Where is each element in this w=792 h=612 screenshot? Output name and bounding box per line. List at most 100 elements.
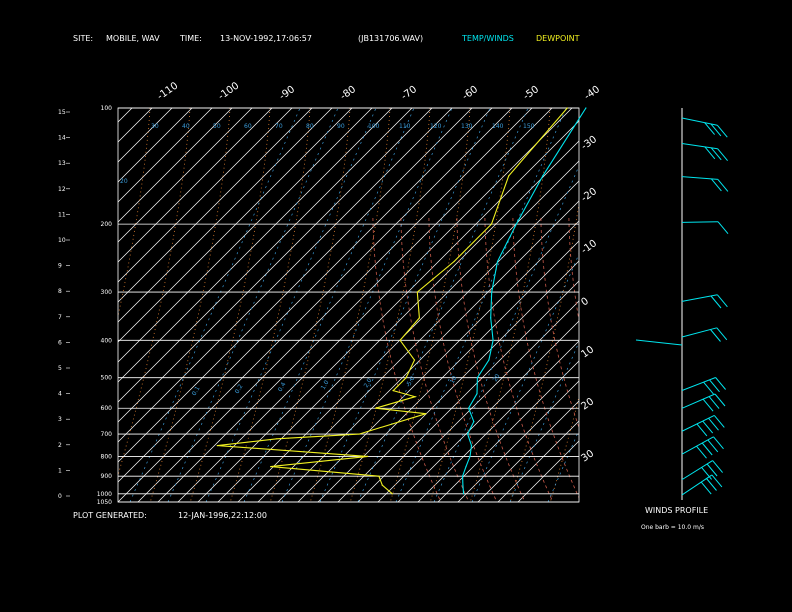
mixing-ratio-line (281, 108, 453, 502)
isotherm-line (197, 120, 579, 502)
temperature-point (496, 260, 499, 263)
wind-barb-flag (702, 398, 714, 412)
pressure-tick-label: 300 (101, 289, 113, 296)
isotherm-line (377, 300, 579, 502)
isotherm-label-top: -50 (521, 84, 541, 102)
file-value: (JB131706.WAV) (358, 34, 423, 43)
wind-barb-flag (704, 146, 716, 160)
theta-label: 110 (399, 123, 411, 130)
wind-barb-flag (717, 148, 728, 162)
dewpoint-point (566, 107, 568, 109)
theta-label: 140 (492, 123, 504, 130)
wind-barb-flag (708, 417, 719, 431)
wind-barb-flag (711, 474, 723, 488)
pressure-tick-label: 800 (101, 453, 113, 460)
temperature-point (470, 445, 473, 447)
height-tick-label: 4 (58, 391, 62, 398)
mixing-ratio-line (547, 429, 579, 502)
isotherm-line (397, 320, 579, 502)
isotherm-line (217, 140, 579, 502)
height-tick-label: 2 (58, 442, 62, 449)
wind-barb-flag (713, 436, 724, 450)
height-tick-label: 7 (58, 314, 62, 321)
isotherm-line (118, 108, 293, 283)
mixing-ratio-line (433, 165, 579, 502)
dry-adiabat (509, 201, 579, 502)
isotherm-line (118, 108, 173, 163)
wind-barb-flag (703, 381, 714, 395)
theta-label: 40 (182, 123, 190, 130)
isotherm-line (357, 280, 579, 502)
wind-barb-flag (713, 415, 725, 428)
height-tick-label: 11 (58, 211, 66, 218)
temperature-point (462, 475, 464, 477)
isotherm-label-top: -100 (216, 80, 241, 102)
height-tick-label: 12 (58, 186, 66, 193)
isotherm-line (118, 108, 153, 143)
mixing-ratio-label: 0.4 (277, 381, 288, 393)
wind-barb-flag (709, 379, 720, 393)
wind-barb-flag (696, 445, 707, 459)
wind-barb-staff (681, 474, 713, 496)
mixing-ratio-label: 1.0 (320, 379, 331, 391)
isotherm-line (118, 108, 213, 203)
isotherm-line (317, 240, 579, 502)
temperature-point (463, 493, 465, 495)
wind-barb-flag (715, 377, 726, 390)
dry-adiabat (590, 108, 670, 502)
wind-barb-flag (717, 179, 729, 192)
mixing-ratio-line (205, 108, 377, 502)
dewpoint-point (392, 390, 394, 392)
dry-adiabat (189, 108, 271, 502)
isotherm-line (0, 108, 32, 502)
height-tick-label: 8 (58, 288, 62, 295)
isotherm-line (0, 108, 12, 502)
temperature-point (467, 433, 469, 435)
dewpoint-point (270, 466, 272, 468)
theta-label: 30 (151, 123, 159, 130)
temperature-point (488, 359, 490, 361)
wind-barb-flag (710, 147, 722, 161)
temperature-point (476, 377, 478, 379)
dewpoint-line (217, 107, 568, 495)
mixing-ratio-label: 10 (449, 375, 459, 385)
isotherm-line (457, 380, 579, 502)
temperature-point (465, 466, 467, 468)
temperature-point (469, 455, 471, 457)
site-label: SITE: (73, 34, 93, 43)
height-tick-label: 3 (58, 416, 62, 423)
dry-adiabat (118, 108, 151, 318)
legend-temp-winds: TEMP/WINDS (461, 34, 514, 43)
mixing-ratio-label: 0.1 (191, 385, 202, 397)
isotherm-label-top: -110 (155, 80, 180, 102)
dewpoint-point (378, 475, 380, 477)
isotherm-label-top: -60 (460, 84, 480, 102)
isotherm-line (118, 108, 273, 263)
height-tick-label: 15 (58, 109, 66, 116)
wind-barb-staff (681, 142, 718, 150)
isotherm-line (337, 260, 579, 502)
temperature-point (515, 223, 517, 225)
dewpoint-point (425, 413, 427, 415)
wind-barb-flag (712, 460, 723, 473)
wind-barb-flag (717, 221, 729, 235)
dewpoint-point (405, 377, 407, 379)
theta-label: 50 (213, 123, 221, 130)
isotherm-line (118, 108, 133, 123)
height-tick-label: 0 (58, 493, 62, 500)
moist-adiabat (540, 217, 579, 429)
winds-profile-label: WINDS PROFILE (645, 506, 708, 515)
dry-adiabat (389, 108, 471, 502)
wind-barb-staff (681, 117, 718, 126)
dewpoint-point (508, 175, 510, 177)
dry-adiabat (269, 108, 351, 502)
temperature-point (542, 175, 544, 177)
mixing-ratio-line (395, 108, 567, 502)
pressure-tick-label: 900 (101, 473, 113, 480)
wind-barb-flag (696, 423, 708, 437)
mixing-ratio-line (509, 341, 579, 502)
dewpoint-point (276, 438, 278, 440)
footer: PLOT GENERATED: 12-JAN-1996,22:12:00 WIN… (73, 506, 708, 531)
height-tick-label: 10 (58, 237, 66, 244)
wind-barb-flag (700, 481, 712, 495)
